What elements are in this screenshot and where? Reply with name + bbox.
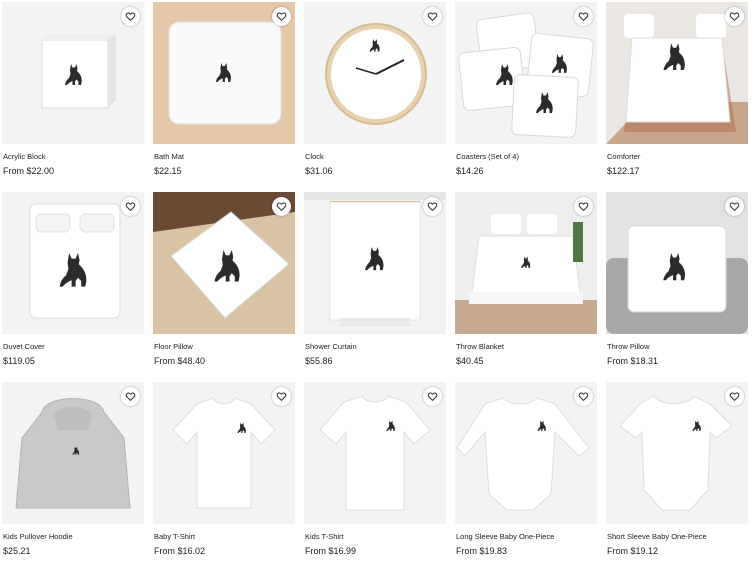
product-card[interactable]: Acrylic Block From $22.00 — [1, 2, 144, 184]
favorite-button[interactable] — [574, 197, 593, 216]
product-price: From $19.83 — [456, 546, 508, 556]
product-name[interactable]: Comforter — [607, 152, 640, 161]
product-name[interactable]: Throw Blanket — [456, 342, 504, 351]
product-image[interactable] — [606, 2, 748, 144]
favorite-button[interactable] — [574, 7, 593, 26]
product-card[interactable]: Baby T-Shirt From $16.02 — [152, 382, 295, 564]
product-price: From $48.40 — [154, 356, 206, 366]
product-name[interactable]: Long Sleeve Baby One-Piece — [456, 532, 554, 541]
product-card[interactable]: Long Sleeve Baby One-Piece From $19.83 — [454, 382, 597, 564]
product-card[interactable]: Throw Blanket $40.45 — [454, 192, 597, 374]
product-price: From $19.12 — [607, 546, 659, 556]
favorite-button[interactable] — [121, 197, 140, 216]
product-image[interactable] — [2, 382, 144, 524]
favorite-button[interactable] — [423, 7, 442, 26]
favorite-button[interactable] — [272, 387, 291, 406]
favorite-button[interactable] — [121, 7, 140, 26]
product-name[interactable]: Coasters (Set of 4) — [456, 152, 519, 161]
product-card[interactable]: Clock $31.06 — [303, 2, 446, 184]
product-name[interactable]: Shower Curtain — [305, 342, 357, 351]
product-name[interactable]: Duvet Cover — [3, 342, 45, 351]
product-image[interactable] — [304, 382, 446, 524]
heart-outline-icon — [276, 391, 287, 402]
heart-outline-icon — [125, 201, 136, 212]
product-card[interactable]: Bath Mat $22.15 — [152, 2, 295, 184]
product-name[interactable]: Floor Pillow — [154, 342, 193, 351]
product-name[interactable]: Throw Pillow — [607, 342, 650, 351]
product-price: $25.21 — [3, 546, 31, 556]
favorite-button[interactable] — [423, 387, 442, 406]
product-card[interactable]: Comforter $122.17 — [605, 2, 748, 184]
product-name[interactable]: Kids T-Shirt — [305, 532, 344, 541]
product-image[interactable] — [606, 382, 748, 524]
heart-outline-icon — [125, 11, 136, 22]
product-card[interactable]: Shower Curtain $55.86 — [303, 192, 446, 374]
product-card[interactable]: Kids T-Shirt From $16.99 — [303, 382, 446, 564]
product-price: $22.15 — [154, 166, 182, 176]
product-image[interactable] — [455, 192, 597, 334]
product-image[interactable] — [153, 2, 295, 144]
product-price: $55.86 — [305, 356, 333, 366]
heart-outline-icon — [578, 11, 589, 22]
product-name[interactable]: Clock — [305, 152, 324, 161]
heart-outline-icon — [276, 201, 287, 212]
favorite-button[interactable] — [725, 197, 744, 216]
heart-outline-icon — [125, 391, 136, 402]
favorite-button[interactable] — [574, 387, 593, 406]
favorite-button[interactable] — [423, 197, 442, 216]
heart-outline-icon — [427, 201, 438, 212]
product-image[interactable] — [455, 382, 597, 524]
heart-outline-icon — [276, 11, 287, 22]
product-card[interactable]: Short Sleeve Baby One-Piece From $19.12 — [605, 382, 748, 564]
product-name[interactable]: Kids Pullover Hoodie — [3, 532, 73, 541]
heart-outline-icon — [427, 391, 438, 402]
favorite-button[interactable] — [272, 7, 291, 26]
product-image[interactable] — [455, 2, 597, 144]
product-price: From $22.00 — [3, 166, 55, 176]
product-image[interactable] — [153, 192, 295, 334]
product-price: $119.05 — [3, 356, 35, 366]
product-card[interactable]: Floor Pillow From $48.40 — [152, 192, 295, 374]
product-image[interactable] — [2, 2, 144, 144]
favorite-button[interactable] — [725, 7, 744, 26]
product-card[interactable]: Kids Pullover Hoodie $25.21 — [1, 382, 144, 564]
product-name[interactable]: Bath Mat — [154, 152, 184, 161]
product-price: $31.06 — [305, 166, 333, 176]
product-card[interactable]: Throw Pillow From $18.31 — [605, 192, 748, 374]
product-name[interactable]: Baby T-Shirt — [154, 532, 195, 541]
product-image[interactable] — [153, 382, 295, 524]
heart-outline-icon — [578, 201, 589, 212]
product-card[interactable]: Duvet Cover $119.05 — [1, 192, 144, 374]
product-image[interactable] — [2, 192, 144, 334]
heart-outline-icon — [427, 11, 438, 22]
product-name[interactable]: Short Sleeve Baby One-Piece — [607, 532, 707, 541]
favorite-button[interactable] — [725, 387, 744, 406]
product-card[interactable]: Coasters (Set of 4) $14.26 — [454, 2, 597, 184]
product-image[interactable] — [304, 192, 446, 334]
product-image[interactable] — [304, 2, 446, 144]
product-name[interactable]: Acrylic Block — [3, 152, 46, 161]
product-price: From $16.02 — [154, 546, 206, 556]
product-image[interactable] — [606, 192, 748, 334]
heart-outline-icon — [578, 391, 589, 402]
product-price: From $16.99 — [305, 546, 357, 556]
product-price: $40.45 — [456, 356, 484, 366]
favorite-button[interactable] — [272, 197, 291, 216]
product-price: $14.26 — [456, 166, 484, 176]
product-price: From $18.31 — [607, 356, 659, 366]
heart-outline-icon — [729, 201, 740, 212]
product-price: $122.17 — [607, 166, 640, 176]
heart-outline-icon — [729, 11, 740, 22]
favorite-button[interactable] — [121, 387, 140, 406]
heart-outline-icon — [729, 391, 740, 402]
